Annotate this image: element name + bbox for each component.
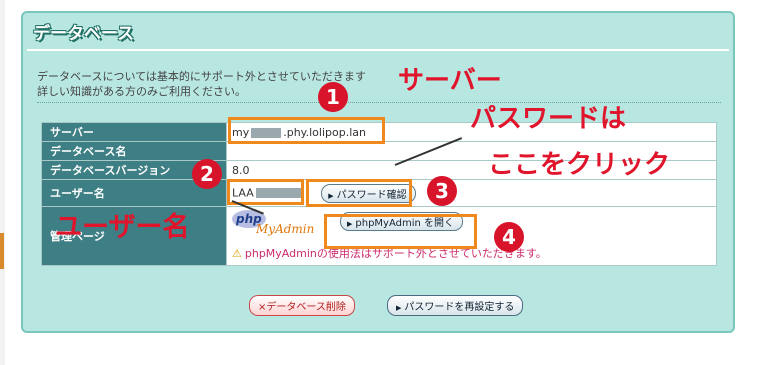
user-redaction (255, 188, 302, 198)
dbname-label: データベース名 (41, 141, 227, 161)
step-3-marker: 3 (427, 176, 457, 206)
password-check-button[interactable]: ▶ パスワード確認 (321, 183, 416, 203)
play-icon: ▶ (347, 220, 353, 228)
notice-line-1: データベースについては基本的にサポート外とさせていただきます (37, 70, 366, 83)
server-prefix: my (232, 125, 250, 139)
edge-mark (0, 233, 4, 269)
step-4-marker: 4 (494, 222, 524, 252)
open-phpmyadmin-label: phpMyAdmin を開く (355, 218, 455, 229)
panel-title: データベース (33, 24, 135, 44)
notice: データベースについては基本的にサポート外とさせていただきます 詳しい知識がある方… (37, 69, 366, 99)
phpmyadmin-logo: php MyAdmin (232, 210, 324, 238)
annotation-server: サーバー (398, 66, 502, 96)
server-redaction (251, 127, 282, 138)
title-rule (27, 49, 729, 51)
play-icon: ▶ (328, 191, 334, 200)
annotation-password-1: パスワードは (470, 104, 627, 134)
notice-line-2: 詳しい知識がある方のみご利用ください。 (37, 85, 246, 98)
row-user: ユーザー名 LAA ▶ パスワード確認 (41, 179, 717, 207)
step-1-marker: 1 (318, 82, 348, 112)
user-prefix: LAA (232, 186, 254, 199)
step-2-marker: 2 (192, 159, 222, 189)
open-phpmyadmin-button[interactable]: ▶ phpMyAdmin を開く (340, 212, 464, 231)
warning-icon: ⚠ (232, 247, 242, 260)
user-value: LAA ▶ パスワード確認 (226, 179, 717, 207)
left-edge (0, 0, 5, 365)
logo-myadmin-text: MyAdmin (256, 222, 315, 236)
server-label: サーバー (41, 122, 227, 142)
delete-database-button[interactable]: ×データベース削除 (249, 295, 355, 316)
server-suffix: .phy.lolipop.lan (283, 125, 366, 139)
annotation-password-2: ここをクリック (488, 150, 671, 180)
manage-value: php MyAdmin ▶ phpMyAdmin を開く ⚠ phpMyAdminの… (226, 206, 717, 266)
reset-password-label: パスワードを再設定する (404, 302, 515, 313)
password-check-label: パスワード確認 (336, 189, 407, 201)
reset-password-button[interactable]: ▶ パスワードを再設定する (387, 295, 524, 316)
play-icon: ▶ (396, 304, 402, 312)
annotation-username: ユーザー名 (55, 212, 190, 243)
